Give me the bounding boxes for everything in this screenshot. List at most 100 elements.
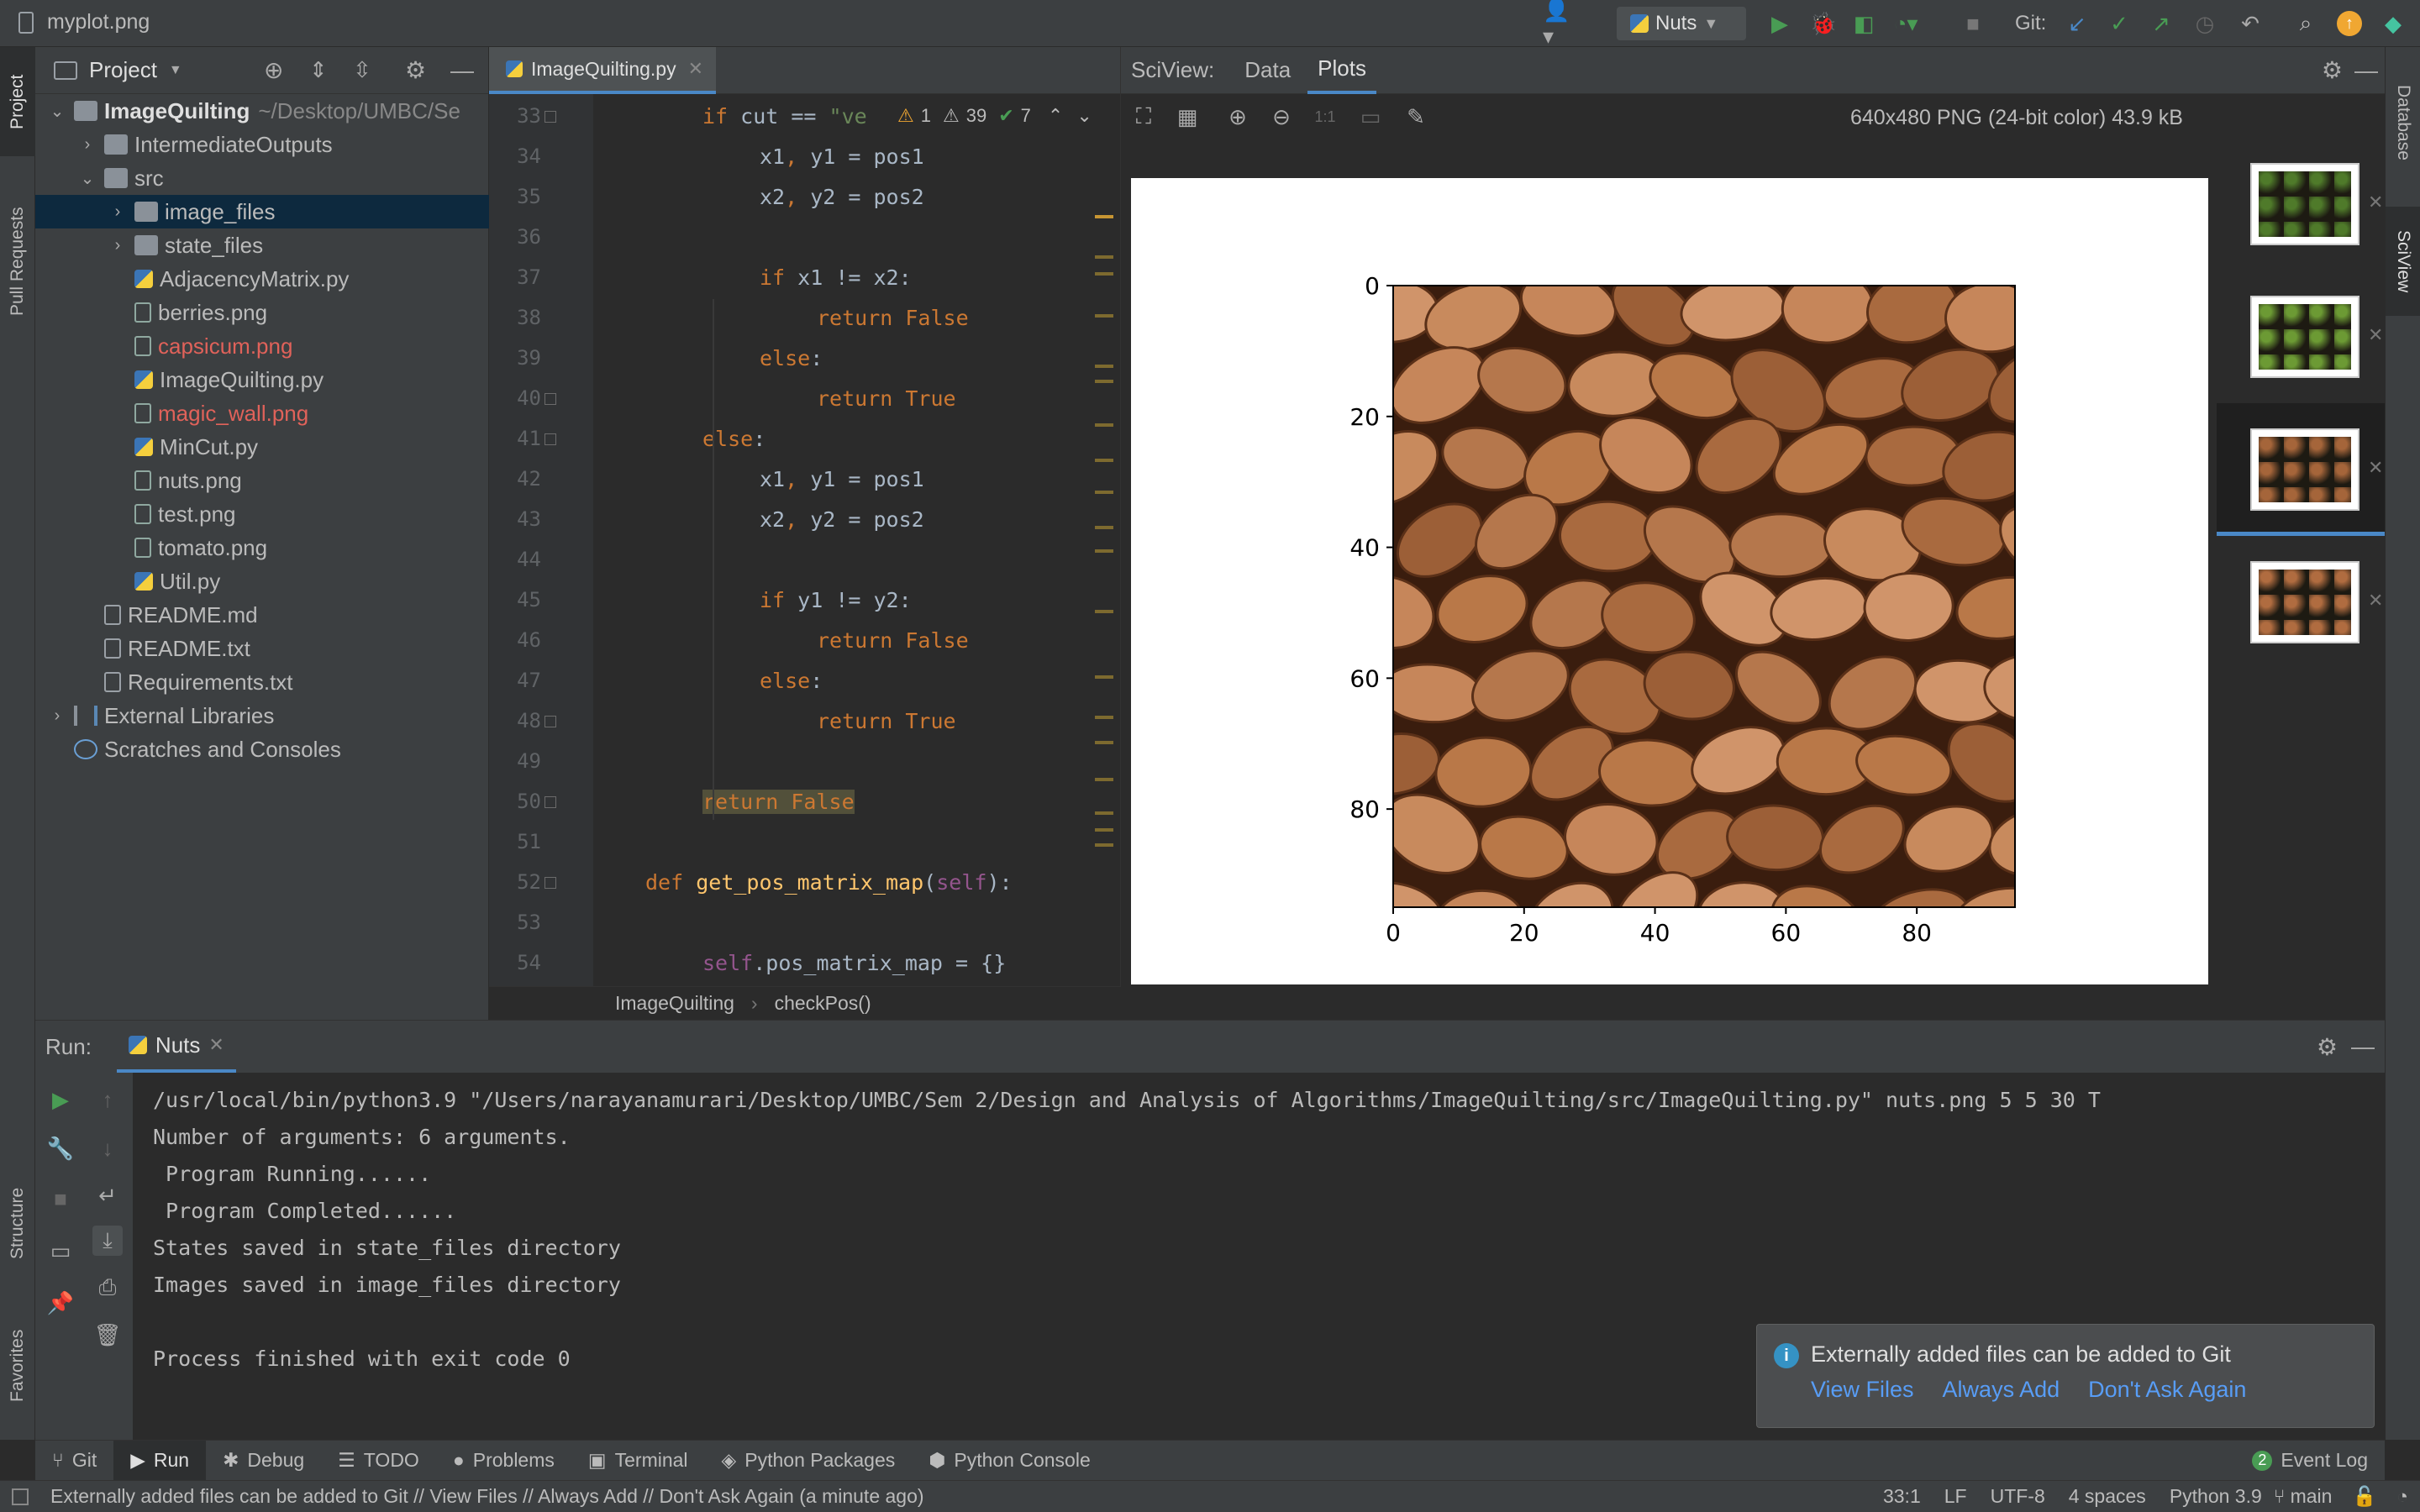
- tool-run[interactable]: ▶ Run: [113, 1440, 207, 1481]
- stripe-mark[interactable]: [1095, 843, 1113, 847]
- project-root[interactable]: ⌄ ImageQuilting ~/Desktop/UMBC/Se: [35, 94, 489, 128]
- code-line[interactable]: 54 self.pos_matrix_map = {}: [489, 944, 1121, 981]
- tool-python-packages[interactable]: ◈ Python Packages: [705, 1441, 913, 1481]
- close-icon[interactable]: ✕: [2368, 324, 2418, 346]
- git-push-icon[interactable]: ↗: [2146, 8, 2176, 39]
- scroll-to-end-icon[interactable]: ⤓: [92, 1226, 123, 1256]
- git-commit-icon[interactable]: ✓: [2104, 8, 2134, 39]
- color-picker-icon[interactable]: ✎: [1402, 102, 1430, 131]
- fold-marker-icon[interactable]: [544, 877, 556, 889]
- stripe-mark[interactable]: [1095, 314, 1113, 318]
- stripe-mark[interactable]: [1095, 365, 1113, 368]
- tab-project[interactable]: Project: [0, 47, 35, 156]
- tree-item-util-py[interactable]: Util.py: [35, 564, 489, 598]
- minimize-icon[interactable]: —: [2351, 1033, 2375, 1060]
- close-icon[interactable]: ✕: [2368, 192, 2418, 213]
- toggle-panel-icon[interactable]: [12, 1488, 29, 1505]
- fold-marker-icon[interactable]: [544, 393, 556, 405]
- tree-item-readme-txt[interactable]: README.txt: [35, 632, 489, 665]
- memory-icon[interactable]: ◔: [2385, 1485, 2420, 1508]
- fold-marker-icon[interactable]: [544, 716, 556, 727]
- chevron-down-icon[interactable]: ⌄: [1076, 105, 1092, 127]
- stripe-mark[interactable]: [1095, 526, 1113, 529]
- tree-item-berries-png[interactable]: berries.png: [35, 296, 489, 329]
- tab-plots[interactable]: Plots: [1307, 47, 1376, 94]
- code-line[interactable]: 39 else:: [489, 339, 1121, 376]
- rerun-icon[interactable]: ▶: [45, 1084, 76, 1115]
- stripe-mark[interactable]: [1095, 549, 1113, 553]
- tree-item-requirements-txt[interactable]: Requirements.txt: [35, 665, 489, 699]
- tree-item-magic-wall-png[interactable]: magic_wall.png: [35, 396, 489, 430]
- tab-sciview[interactable]: SciView: [2386, 207, 2420, 316]
- thumbnail-green-texture-2[interactable]: [2250, 296, 2360, 378]
- stop-icon[interactable]: ■: [45, 1184, 76, 1214]
- tree-item-mincut-py[interactable]: MinCut.py: [35, 430, 489, 464]
- fold-marker-icon[interactable]: [544, 111, 556, 123]
- tool-problems[interactable]: ● Problems: [436, 1441, 571, 1481]
- down-arrow-icon[interactable]: ↓: [92, 1133, 123, 1163]
- breadcrumb-method[interactable]: checkPos(): [775, 992, 871, 1015]
- git-update-icon[interactable]: ↙: [2062, 8, 2092, 39]
- tree-item-scratches-and-consoles[interactable]: Scratches and Consoles: [35, 732, 489, 766]
- view-files-link[interactable]: View Files: [1811, 1377, 1914, 1403]
- tool-event-log[interactable]: 2 Event Log: [2235, 1441, 2385, 1481]
- code-line[interactable]: 52 def get_pos_matrix_map(self):: [489, 864, 1121, 900]
- code-line[interactable]: 49: [489, 743, 1121, 780]
- chevron-right-icon[interactable]: ›: [49, 706, 66, 726]
- up-arrow-icon[interactable]: ↑: [92, 1084, 123, 1115]
- coverage-icon[interactable]: ◧: [1849, 8, 1879, 39]
- tree-item-state-files[interactable]: › state_files: [35, 228, 489, 262]
- tab-data[interactable]: Data: [1234, 47, 1301, 94]
- profile-icon[interactable]: ◔▾: [1891, 8, 1921, 39]
- thumbnail-green-texture-1[interactable]: [2250, 163, 2360, 245]
- code-line[interactable]: 46 return False: [489, 622, 1121, 659]
- code-line[interactable]: 50 return False: [489, 783, 1121, 820]
- tree-item-nuts-png[interactable]: nuts.png: [35, 464, 489, 497]
- stripe-mark[interactable]: [1095, 491, 1113, 494]
- code-line[interactable]: 34 x1, y1 = pos1: [489, 138, 1121, 175]
- stop-icon[interactable]: ■: [1958, 8, 1988, 39]
- status-message[interactable]: Externally added files can be added to G…: [50, 1485, 924, 1508]
- search-icon[interactable]: ⌕: [2291, 8, 2321, 39]
- git-branch[interactable]: main: [2286, 1485, 2344, 1508]
- grid-icon[interactable]: ▦: [1173, 102, 1202, 131]
- pin-icon[interactable]: 📌: [45, 1288, 76, 1318]
- chevron-right-icon[interactable]: ›: [109, 236, 126, 255]
- git-history-icon[interactable]: ◷: [2190, 8, 2220, 39]
- update-icon[interactable]: ↑: [2334, 8, 2365, 39]
- tab-pull-requests[interactable]: Pull Requests: [0, 181, 35, 341]
- thumbnail-nuts-texture-2[interactable]: [2250, 561, 2360, 643]
- code-line[interactable]: 45 if y1 != y2:: [489, 581, 1121, 618]
- tree-item-src[interactable]: ⌄ src: [35, 161, 489, 195]
- chevron-down-icon[interactable]: ⌄: [49, 101, 66, 122]
- chevron-right-icon[interactable]: ›: [79, 135, 96, 155]
- thumbnail-nuts-texture-1[interactable]: [2250, 428, 2360, 511]
- always-add-link[interactable]: Always Add: [1943, 1377, 2060, 1403]
- close-icon[interactable]: ✕: [2368, 457, 2418, 479]
- close-icon[interactable]: ✕: [208, 1034, 224, 1056]
- tool-terminal[interactable]: ▣ Terminal: [571, 1441, 705, 1481]
- layout-icon[interactable]: ▭: [45, 1236, 76, 1266]
- tree-item-tomato-png[interactable]: tomato.png: [35, 531, 489, 564]
- tree-item-test-png[interactable]: test.png: [35, 497, 489, 531]
- tab-imagequilting-py[interactable]: ImageQuilting.py ✕: [489, 47, 716, 94]
- dont-ask-again-link[interactable]: Don't Ask Again: [2088, 1377, 2246, 1403]
- gear-icon[interactable]: ⚙: [2322, 56, 2343, 84]
- code-line[interactable]: 38 return False: [489, 299, 1121, 336]
- wrench-icon[interactable]: 🔧: [45, 1133, 76, 1163]
- minimize-icon[interactable]: —: [450, 57, 474, 84]
- close-icon[interactable]: ✕: [688, 58, 703, 80]
- tree-item-external-libraries[interactable]: › External Libraries: [35, 699, 489, 732]
- locate-icon[interactable]: ⊕: [264, 56, 283, 84]
- chevron-up-icon[interactable]: ⌃: [1048, 105, 1063, 127]
- indent-setting[interactable]: 4 spaces: [2057, 1485, 2158, 1508]
- code-line[interactable]: 42 x1, y1 = pos1: [489, 460, 1121, 497]
- inspection-widget[interactable]: ⚠ 1 ⚠ 39 ✔ 7 ⌃ ⌄: [891, 101, 1099, 131]
- print-icon[interactable]: ⎙: [92, 1273, 123, 1303]
- thumbnail-slot[interactable]: ✕: [2217, 138, 2385, 270]
- thumbnail-slot[interactable]: ✕: [2217, 536, 2385, 669]
- gear-icon[interactable]: ⚙: [405, 56, 426, 84]
- soft-wrap-icon[interactable]: ↵: [92, 1180, 123, 1210]
- fold-marker-icon[interactable]: [544, 796, 556, 808]
- close-icon[interactable]: ✕: [2368, 590, 2418, 612]
